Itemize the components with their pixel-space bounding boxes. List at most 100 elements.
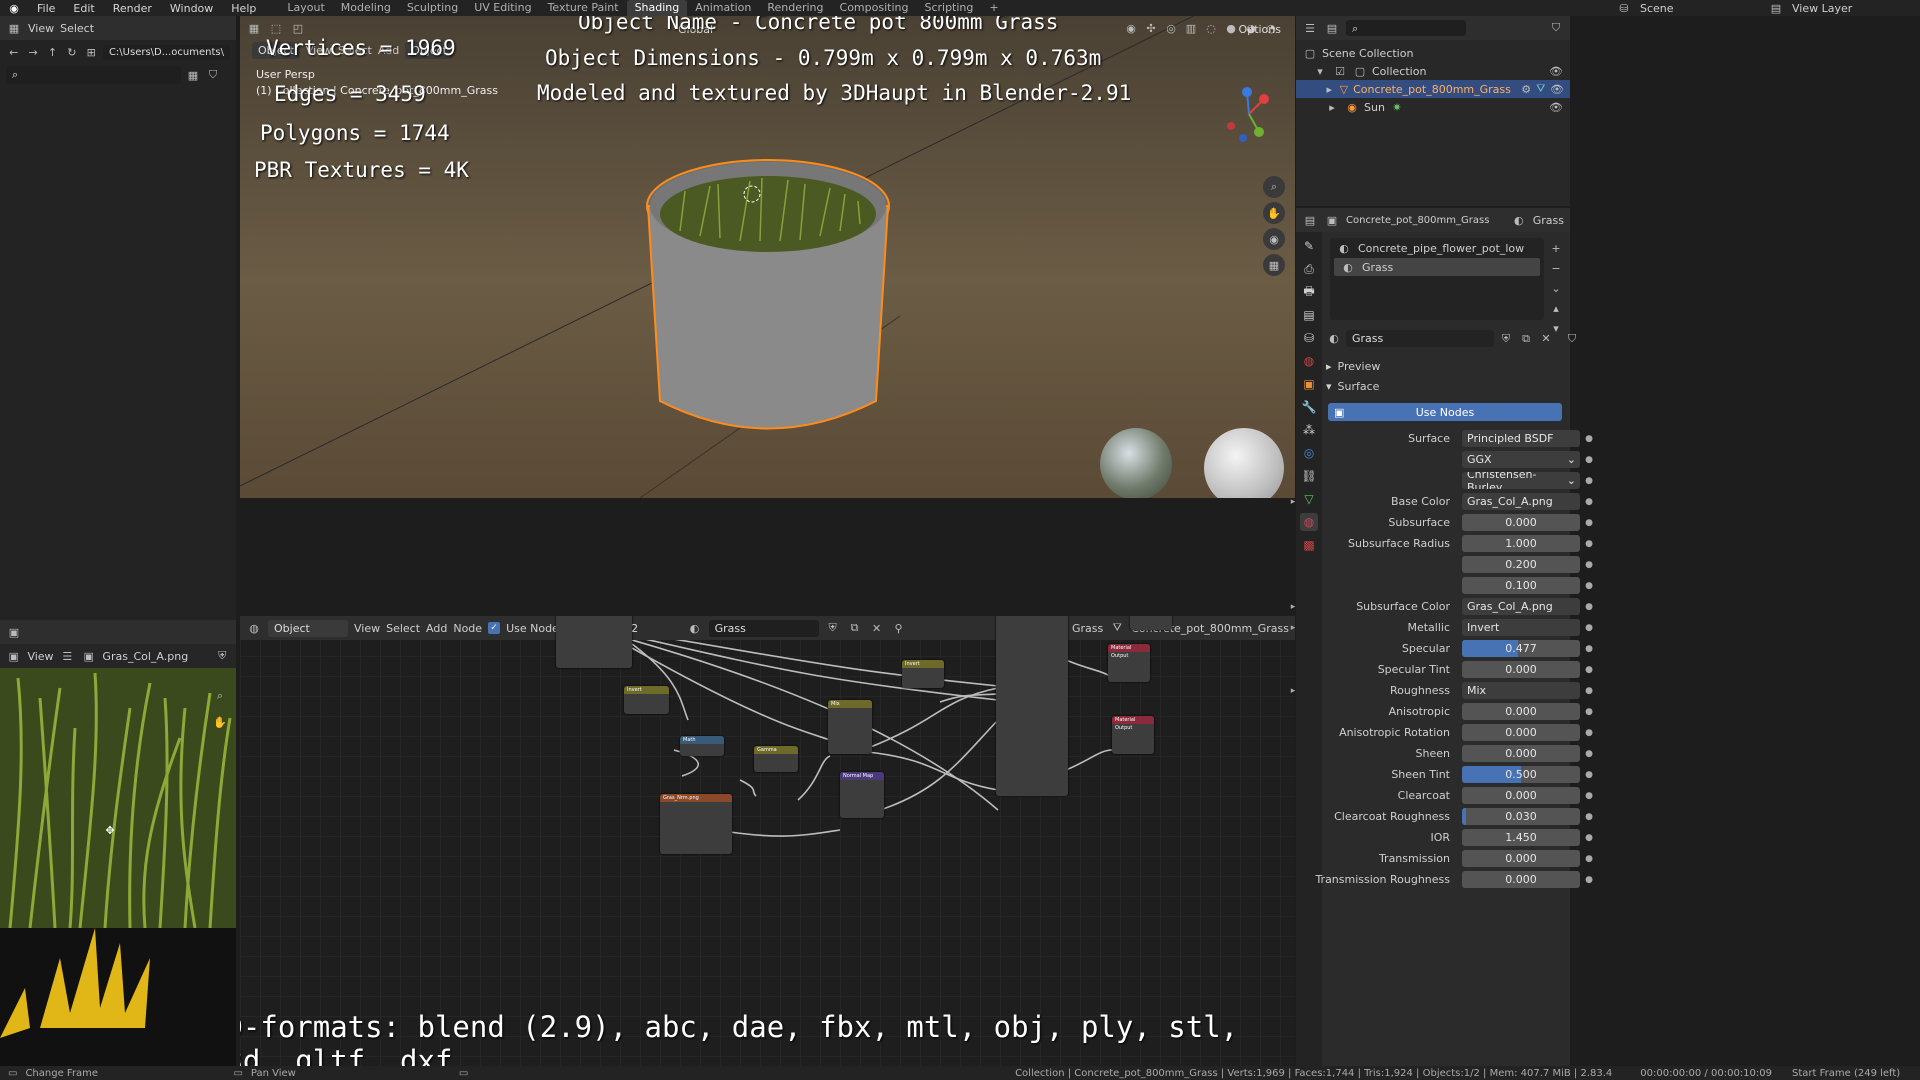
outliner-search-input[interactable]: ⌕ (1346, 20, 1466, 36)
prop-dropdown[interactable]: Principled BSDF (1462, 430, 1580, 447)
menu-help[interactable]: Help (222, 2, 265, 15)
material-name-field[interactable]: Grass (1346, 330, 1494, 347)
outliner-type-icon[interactable]: ☰ (1302, 20, 1318, 36)
keyframe-dot-icon[interactable]: ● (1584, 749, 1594, 759)
pan-view-icon[interactable]: ✋ (1263, 202, 1285, 224)
prop-number-field[interactable]: 0.000 (1462, 850, 1580, 867)
menu-file[interactable]: File (28, 2, 64, 15)
image-browse-icon[interactable]: ▣ (81, 648, 96, 664)
menu-render[interactable]: Render (104, 2, 161, 15)
keyframe-dot-icon[interactable]: ● (1584, 644, 1594, 654)
keyframe-dot-icon[interactable]: ● (1584, 539, 1594, 549)
prop-dropdown[interactable]: Gras_Col_A.png (1462, 598, 1580, 615)
options-button[interactable]: Options (1233, 21, 1287, 38)
output-tab-icon[interactable]: 🖶 (1300, 283, 1318, 301)
expand-arrow-icon[interactable]: ▸ (1324, 99, 1340, 115)
tool-tab-icon[interactable]: ✎ (1300, 237, 1318, 255)
row-expand-icon[interactable]: ▸ (1286, 623, 1300, 633)
shield-icon[interactable]: ⛨ (1498, 331, 1514, 347)
render-tab-icon[interactable]: ⎙ (1300, 260, 1318, 278)
move-up-icon[interactable]: ▴ (1548, 300, 1564, 316)
outliner-scene-collection[interactable]: ▢ Scene Collection (1302, 44, 1564, 62)
ne-mode-dropdown[interactable]: Object (268, 619, 348, 637)
tab-shading[interactable]: Shading (626, 0, 688, 16)
modifier-tab-icon[interactable]: 🔧 (1300, 398, 1318, 416)
camera-view-icon[interactable]: ◉ (1263, 228, 1285, 250)
back-arrow-icon[interactable]: ← (6, 44, 21, 60)
menu-edit[interactable]: Edit (64, 2, 103, 15)
unlink-x-icon[interactable]: ✕ (869, 620, 885, 636)
prop-number-field[interactable]: 0.200 (1462, 556, 1580, 573)
prop-dropdown[interactable]: Gras_Col_A.png (1462, 493, 1580, 510)
parent-dir-icon[interactable]: ↑ (45, 44, 60, 60)
node-editor-type-icon[interactable]: ◍ (246, 620, 262, 636)
navigation-gizmo[interactable] (1219, 84, 1279, 144)
row-expand-icon[interactable]: ▸ (1286, 686, 1300, 696)
keyframe-dot-icon[interactable]: ● (1584, 707, 1594, 717)
prop-number-field[interactable]: 0.477 (1462, 640, 1580, 657)
refresh-icon[interactable]: ↻ (64, 44, 79, 60)
tab-layout[interactable]: Layout (279, 0, 332, 16)
contrast-node[interactable]: Gamma (754, 746, 798, 772)
ne-select-menu[interactable]: Select (386, 622, 420, 635)
scene-name[interactable]: Scene (1640, 2, 1760, 15)
keyframe-dot-icon[interactable]: ● (1584, 791, 1594, 801)
tab-uv-editing[interactable]: UV Editing (466, 0, 539, 16)
prop-number-field[interactable]: 0.000 (1462, 745, 1580, 762)
3d-viewport[interactable]: ▦ ⬚ ◰ ◉ ✣ ◎ ▥ ◌ ● ◕ ◔ Object View Select… (240, 16, 1295, 498)
outliner-collection[interactable]: ▾ ☑ ▢ Collection 👁 (1302, 62, 1564, 80)
filter-icon[interactable]: ⛉ (205, 67, 221, 83)
outliner-item-pot[interactable]: ▸ ▽ Concrete_pot_800mm_Grass ⚙ ⛛ 👁 (1296, 80, 1570, 98)
math-node[interactable]: Math (680, 736, 724, 756)
fb-select-menu[interactable]: Select (60, 22, 94, 35)
material-output-node-3[interactable]: Material Output (1112, 716, 1154, 754)
prop-number-field[interactable]: 1.000 (1462, 535, 1580, 552)
filter-icon[interactable]: ⛉ (1564, 331, 1580, 347)
tab-modeling[interactable]: Modeling (333, 0, 399, 16)
prop-number-field[interactable]: 0.030 (1462, 808, 1580, 825)
xray-icon[interactable]: ▥ (1183, 20, 1199, 36)
outliner-filter-icon[interactable]: ⛉ (1548, 20, 1564, 36)
principled-bsdf-node[interactable]: Principled BSDF (996, 616, 1068, 796)
prop-dropdown[interactable]: GGX ⌄ (1462, 451, 1580, 468)
node-material-field[interactable]: Grass (708, 619, 819, 637)
tab-sculpting[interactable]: Sculpting (399, 0, 466, 16)
keyframe-dot-icon[interactable]: ● (1584, 854, 1594, 864)
menu-window[interactable]: Window (161, 2, 222, 15)
view-layer-tab-icon[interactable]: ▤ (1300, 306, 1318, 324)
use-nodes-checkbox[interactable]: ✓ (488, 622, 501, 634)
tab-rendering[interactable]: Rendering (759, 0, 831, 16)
image-editor-type-icon[interactable]: ▣ (6, 624, 22, 640)
scene-tab-icon[interactable]: ⛁ (1300, 329, 1318, 347)
display-mode-icon[interactable]: ▦ (185, 67, 201, 83)
duplicate-material-icon[interactable]: ⧉ (1518, 331, 1534, 347)
prop-number-field[interactable]: 0.000 (1462, 871, 1580, 888)
view-layer-name[interactable]: View Layer (1792, 2, 1912, 15)
prop-number-field[interactable]: 0.100 (1462, 577, 1580, 594)
slot-specials-icon[interactable]: ⌄ (1548, 280, 1564, 296)
row-expand-icon[interactable]: ▸ (1286, 497, 1300, 507)
keyframe-dot-icon[interactable]: ● (1584, 560, 1594, 570)
tab-animation[interactable]: Animation (687, 0, 759, 16)
keyframe-dot-icon[interactable]: ● (1584, 455, 1594, 465)
prop-dropdown[interactable]: Christensen-Burley ⌄ (1462, 472, 1580, 489)
world-tab-icon[interactable]: ◍ (1300, 352, 1318, 370)
keyframe-dot-icon[interactable]: ● (1584, 581, 1594, 591)
hamburger-icon[interactable]: ☰ (60, 648, 75, 664)
unlink-material-icon[interactable]: ✕ (1538, 331, 1554, 347)
image-name-field[interactable]: Gras_Col_A.png (102, 650, 208, 663)
new-folder-icon[interactable]: ⊞ (84, 44, 99, 60)
use-nodes-button[interactable]: ▣ Use Nodes (1328, 403, 1562, 421)
pin-icon[interactable]: ⚲ (891, 620, 907, 636)
ortho-toggle-icon[interactable]: ▦ (1263, 254, 1285, 276)
zoom-icon[interactable]: ⌕ (212, 688, 228, 704)
fake-user-shield-icon[interactable]: ⛨ (825, 620, 841, 636)
gizmo-icon[interactable]: ✣ (1143, 20, 1159, 36)
scene-icon[interactable]: ⛁ (1616, 0, 1632, 16)
forward-arrow-icon[interactable]: → (25, 44, 40, 60)
pan-hand-icon[interactable]: ✋ (212, 714, 228, 730)
browse-material-icon[interactable]: ◐ (1326, 331, 1342, 347)
select-box-icon[interactable]: ⬚ (268, 20, 284, 36)
material-slot-1[interactable]: ◐ Concrete_pipe_flower_pot_low (1330, 238, 1544, 258)
ne-node-menu[interactable]: Node (453, 622, 482, 635)
